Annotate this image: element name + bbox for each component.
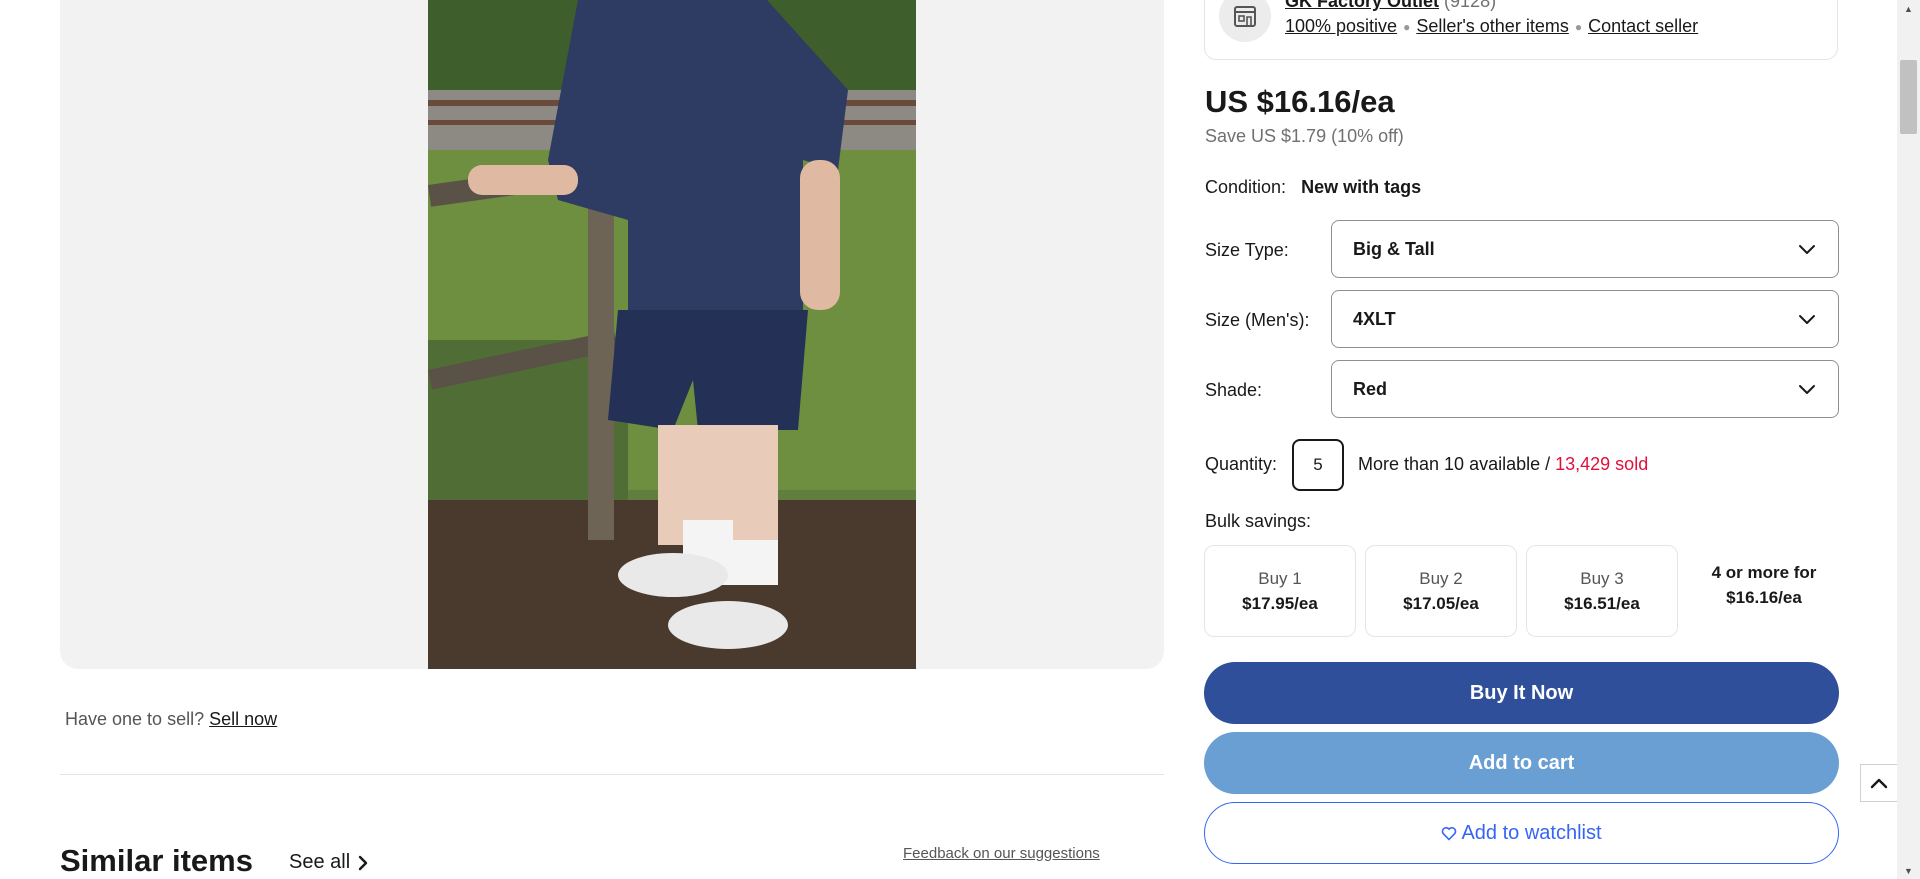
add-to-watchlist-label: Add to watchlist — [1461, 821, 1602, 844]
bulk-tier-2[interactable]: Buy 2 $17.05/ea — [1365, 545, 1517, 637]
seller-other-items-link[interactable]: Seller's other items — [1416, 16, 1569, 37]
back-to-top-button[interactable] — [1860, 764, 1898, 802]
quantity-input[interactable]: 5 — [1292, 439, 1344, 491]
bulk-tier-1[interactable]: Buy 1 $17.95/ea — [1204, 545, 1356, 637]
bulk-tier-label: Buy 1 — [1258, 569, 1302, 588]
availability-text: More than 10 available / 13,429 sold — [1358, 454, 1648, 475]
chevron-down-icon — [1799, 315, 1815, 324]
section-divider — [60, 774, 1164, 775]
separator-dot: ● — [1574, 19, 1583, 34]
similar-items-heading: Similar items — [60, 843, 253, 878]
size-type-label: Size Type: — [1205, 240, 1289, 260]
quantity-label: Quantity: — [1205, 454, 1278, 474]
add-to-watchlist-button[interactable]: Add to watchlist — [1204, 802, 1839, 864]
size-type-value: Big & Tall — [1353, 238, 1435, 259]
shade-label: Shade: — [1205, 380, 1263, 400]
size-mens-label: Size (Men's): — [1205, 310, 1310, 330]
shade-value: Red — [1353, 378, 1388, 399]
bulk-last-line1: 4 or more for — [1711, 563, 1817, 582]
availability-count: More than 10 available / — [1358, 454, 1556, 474]
scroll-up-arrow-icon[interactable]: ▲ — [1900, 0, 1917, 17]
chevron-right-icon — [358, 855, 368, 870]
item-price: US $16.16/ea — [1205, 84, 1395, 119]
see-all-label: See all — [289, 851, 351, 873]
scroll-down-arrow-icon[interactable]: ▼ — [1900, 862, 1917, 879]
feedback-suggestions-link[interactable]: Feedback on our suggestions — [903, 845, 1100, 862]
shade-select[interactable]: Red — [1331, 360, 1839, 418]
see-all-link[interactable]: See all — [289, 851, 368, 874]
savings-text: Save US $1.79 (10% off) — [1205, 126, 1404, 146]
seller-links: 100% positive ● Seller's other items ● C… — [1285, 16, 1698, 37]
condition-label: Condition: — [1205, 177, 1287, 197]
bulk-tier-4-plus: 4 or more for $16.16/ea — [1684, 560, 1844, 610]
seller-feedback-count: (9128) — [1444, 0, 1497, 11]
bulk-tier-price: $17.05/ea — [1403, 594, 1479, 613]
bulk-tier-price: $16.51/ea — [1564, 594, 1640, 613]
condition-value: New with tags — [1301, 177, 1422, 197]
positive-feedback-link[interactable]: 100% positive — [1285, 16, 1397, 37]
size-mens-select[interactable]: 4XLT — [1331, 290, 1839, 348]
store-icon-graphic — [1234, 6, 1256, 27]
bulk-tier-label: Buy 2 — [1419, 569, 1463, 588]
product-photo-illustration — [428, 0, 916, 669]
separator-dot: ● — [1403, 19, 1411, 34]
seller-name-link[interactable]: GK Factory Outlet — [1285, 0, 1439, 11]
bulk-last-line2: $16.16/ea — [1726, 588, 1802, 607]
chevron-down-icon — [1799, 245, 1815, 254]
size-mens-value: 4XLT — [1353, 308, 1396, 329]
condition-row: Condition: New with tags — [1205, 177, 1421, 198]
seller-name-line: GK Factory Outlet (9128) — [1285, 0, 1496, 12]
scrollbar-thumb[interactable] — [1900, 60, 1917, 134]
contact-seller-link[interactable]: Contact seller — [1588, 16, 1698, 37]
bulk-tier-price: $17.95/ea — [1242, 594, 1318, 613]
product-photo[interactable] — [428, 0, 916, 669]
bulk-tier-3[interactable]: Buy 3 $16.51/ea — [1526, 545, 1678, 637]
sell-prompt: Have one to sell? Sell now — [65, 709, 277, 730]
chevron-up-icon — [1870, 778, 1888, 789]
size-type-select[interactable]: Big & Tall — [1331, 220, 1839, 278]
bulk-tier-label: Buy 3 — [1580, 569, 1624, 588]
chevron-down-icon — [1799, 385, 1815, 394]
heart-icon — [1442, 826, 1457, 840]
sold-count: 13,429 sold — [1555, 454, 1649, 474]
product-image-panel — [60, 0, 1164, 669]
add-to-cart-button[interactable]: Add to cart — [1204, 732, 1839, 794]
sell-now-link[interactable]: Sell now — [209, 709, 277, 729]
buy-it-now-button[interactable]: Buy It Now — [1204, 662, 1839, 724]
bulk-savings-label: Bulk savings: — [1205, 511, 1312, 531]
sell-prompt-text: Have one to sell? — [65, 709, 205, 729]
